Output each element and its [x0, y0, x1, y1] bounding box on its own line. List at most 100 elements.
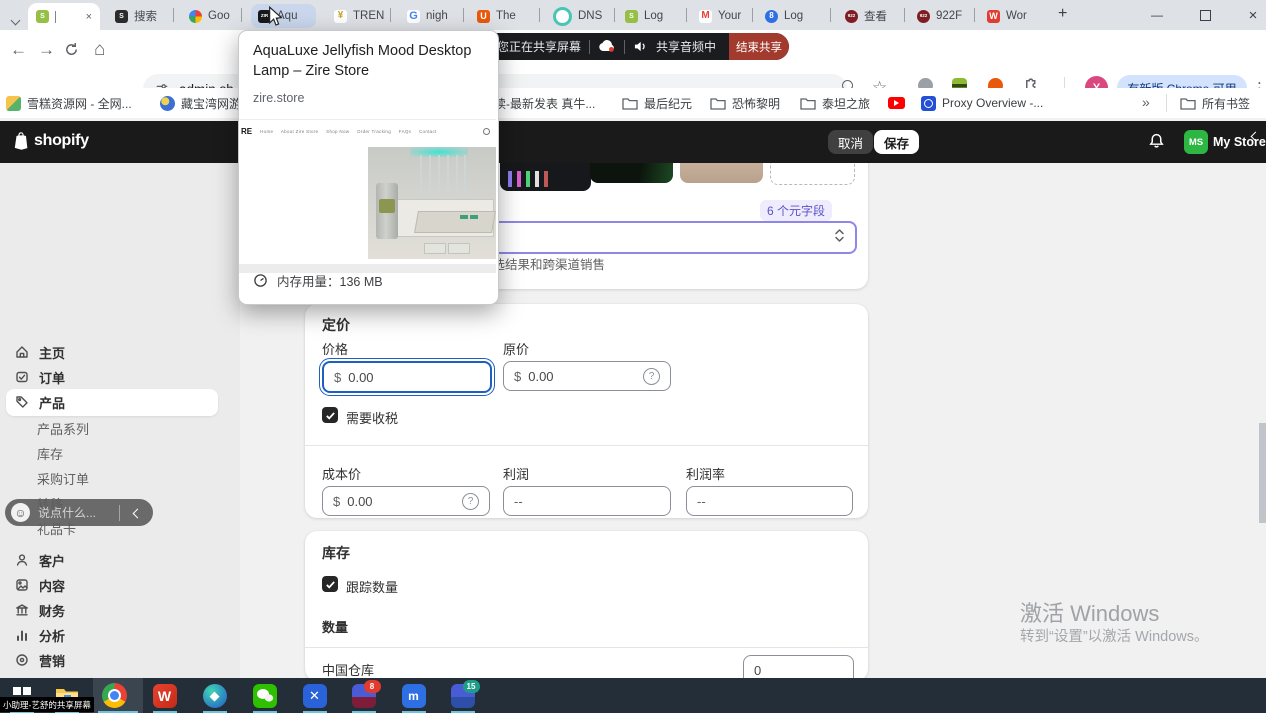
reload-icon[interactable]: [64, 42, 79, 62]
bookmark-folder[interactable]: 最后纪元: [622, 88, 692, 118]
bookmark-folder[interactable]: 泰坦之旅: [800, 88, 870, 118]
tab-2[interactable]: Goo: [182, 4, 237, 28]
sidebar-item-orders[interactable]: 订单: [0, 368, 65, 386]
tab-10[interactable]: 8 Log: [758, 4, 810, 28]
sidebar-item-customers[interactable]: 客户: [0, 551, 65, 569]
store-avatar[interactable]: MS: [1184, 130, 1208, 154]
tab-divider: [752, 8, 753, 22]
site-nav-links: Home About Zire Store Shop Now Order Tra…: [260, 129, 436, 134]
app-with-badge-8-icon[interactable]: 8: [350, 682, 377, 709]
stop-sharing-button[interactable]: 结束共享: [729, 33, 789, 60]
app-with-badge-15-icon[interactable]: 15: [449, 682, 476, 709]
tab-strip: S × S 搜索 Goo ZIR Aqu ¥ TREN G nigh: [0, 0, 1266, 30]
wechat-icon[interactable]: [251, 682, 278, 709]
compare-price-input[interactable]: $ 0.00 ?: [503, 361, 671, 391]
tab-7[interactable]: DNS: [546, 4, 609, 28]
sidebar-item-analytics[interactable]: 分析: [0, 626, 65, 644]
bookmark-folder[interactable]: 恐怖黎明: [710, 88, 780, 118]
metafields-link[interactable]: 6 个元字段: [760, 200, 832, 221]
sidebar-item-finance[interactable]: 财务: [0, 601, 65, 619]
forward-icon[interactable]: →: [38, 40, 55, 60]
inventory-title: 库存: [322, 543, 350, 563]
tab-divider: [539, 8, 540, 22]
save-button[interactable]: 保存: [874, 130, 919, 154]
tab-close-icon[interactable]: ×: [86, 11, 92, 23]
folder-icon: [710, 97, 726, 110]
dns-favicon: [553, 7, 572, 26]
page-scrollbar-thumb[interactable]: [1259, 423, 1266, 523]
chat-divider: [119, 505, 120, 521]
collapse-chevron-icon[interactable]: [1252, 127, 1259, 145]
blue-favicon: 8: [765, 10, 778, 23]
sidebar-item-products[interactable]: 产品: [0, 393, 65, 411]
tab-divider: [390, 8, 391, 22]
help-icon[interactable]: ?: [643, 368, 660, 385]
sidebar-item-collections[interactable]: 产品系列: [37, 419, 89, 438]
share-assistant-chat-pill[interactable]: ☺ 说点什么...: [5, 499, 153, 526]
tab-1[interactable]: S 搜索: [108, 4, 164, 28]
bookmarks-divider: [1166, 94, 1167, 112]
bookmark-proxy[interactable]: Proxy Overview -...: [921, 88, 1043, 118]
notifications-bell-icon[interactable]: [1148, 132, 1165, 155]
site-search-icon: [483, 128, 490, 135]
tab-13[interactable]: W Wor: [980, 4, 1034, 28]
tab-3-hovered[interactable]: ZIR Aqu: [251, 4, 316, 28]
tab-12[interactable]: 922 922F: [910, 4, 969, 28]
chat-input-placeholder[interactable]: 说点什么...: [38, 504, 96, 521]
sidebar-item-inventory[interactable]: 库存: [37, 444, 63, 463]
bookmarks-overflow-icon[interactable]: »: [1142, 94, 1150, 110]
site-logo-text: RE: [241, 127, 252, 136]
tab-6[interactable]: U The: [470, 4, 523, 28]
check-icon: [325, 410, 336, 421]
chrome-taskbar-icon[interactable]: [101, 682, 128, 709]
track-quantity-checkbox[interactable]: [322, 576, 338, 592]
sidebar-item-purchase-orders[interactable]: 采购订单: [37, 469, 89, 488]
tab-divider: [830, 8, 831, 22]
speaker-icon: [633, 40, 648, 53]
meeting-app-icon[interactable]: m: [400, 682, 427, 709]
jellyfish-lamp-photo: [368, 147, 496, 259]
tab-search-chevron-icon[interactable]: [12, 11, 19, 29]
tax-checkbox[interactable]: [322, 407, 338, 423]
window-maximize-button[interactable]: [1188, 0, 1222, 30]
folder-icon: [622, 97, 638, 110]
bookmark-youtube[interactable]: [888, 88, 905, 118]
new-tab-button[interactable]: +: [1058, 5, 1067, 23]
cost-input[interactable]: $ 0.00 ?: [322, 486, 490, 516]
recording-cloud-icon[interactable]: [598, 39, 616, 55]
quantity-heading: 数量: [322, 617, 348, 636]
proxy-icon: [921, 96, 936, 111]
tab-11[interactable]: 922 查看: [838, 4, 894, 28]
window-minimize-button[interactable]: —: [1140, 0, 1174, 30]
blue-x-app-icon[interactable]: ✕: [301, 682, 328, 709]
chat-collapse-icon[interactable]: [134, 504, 141, 522]
bookmark-item[interactable]: 读-最新发表 真牛...: [494, 88, 595, 118]
teal-app-icon[interactable]: ◆: [201, 682, 228, 709]
margin-input[interactable]: --: [686, 486, 853, 516]
tab-5[interactable]: G nigh: [400, 4, 455, 28]
home-icon[interactable]: ⌂: [94, 39, 105, 61]
profit-input[interactable]: --: [503, 486, 671, 516]
home-icon: [14, 344, 30, 360]
sidebar-item-marketing[interactable]: 营销: [0, 651, 65, 669]
all-bookmarks-folder[interactable]: 所有书签: [1180, 88, 1250, 118]
tab-active-shopify[interactable]: S ×: [28, 3, 100, 30]
tab-divider: [241, 8, 242, 22]
window-close-button[interactable]: ×: [1236, 0, 1266, 30]
sidebar-item-content[interactable]: 内容: [0, 576, 65, 594]
track-quantity-label: 跟踪数量: [346, 577, 398, 596]
orders-icon: [14, 369, 30, 385]
wps-icon[interactable]: W: [151, 682, 178, 709]
back-icon[interactable]: ←: [10, 40, 27, 60]
folder-icon: [800, 97, 816, 110]
help-icon[interactable]: ?: [462, 493, 479, 510]
preview-domain: zire.store: [253, 91, 304, 105]
sidebar-item-home[interactable]: 主页: [0, 343, 65, 361]
tab-8[interactable]: S Log: [618, 4, 670, 28]
cancel-button[interactable]: 取消: [828, 130, 873, 154]
price-input[interactable]: $ 0.00: [322, 361, 492, 393]
inventory-divider: [305, 647, 868, 648]
tab-4[interactable]: ¥ TREN: [327, 4, 391, 28]
bookmark-item[interactable]: 雪糕资源网 - 全网...: [6, 88, 132, 118]
tab-9[interactable]: M Your: [692, 4, 748, 28]
